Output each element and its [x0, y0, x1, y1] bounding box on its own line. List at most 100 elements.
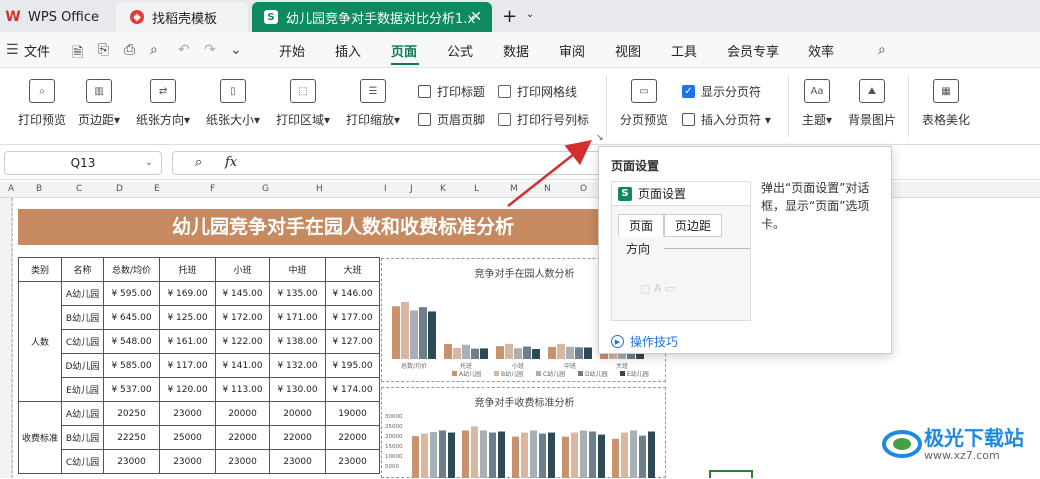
- group-cell[interactable]: 人数: [17, 281, 63, 402]
- page-setup-launcher-icon[interactable]: ↘: [596, 133, 604, 143]
- table-cell[interactable]: B幼儿园: [61, 425, 105, 450]
- table-cell[interactable]: 23000: [159, 449, 217, 474]
- column-letter[interactable]: E: [154, 184, 160, 194]
- header-cell[interactable]: 总数/均价: [103, 257, 161, 282]
- table-cell[interactable]: B幼儿园: [61, 305, 105, 330]
- column-letter[interactable]: N: [544, 184, 551, 194]
- menu-page[interactable]: 页面: [391, 41, 417, 60]
- table-cell[interactable]: ¥ 195.00: [325, 353, 381, 378]
- table-cell[interactable]: ¥ 169.00: [159, 281, 217, 306]
- background-image-button[interactable]: ⛰ 背景图片: [848, 79, 896, 128]
- column-letter[interactable]: B: [36, 184, 42, 194]
- print-preview-button[interactable]: ⌕ 打印预览: [18, 79, 66, 128]
- table-cell[interactable]: 22000: [325, 425, 381, 450]
- table-cell[interactable]: ¥ 145.00: [215, 281, 271, 306]
- table-cell[interactable]: ¥ 138.00: [269, 329, 327, 354]
- table-cell[interactable]: 22250: [103, 425, 161, 450]
- insert-page-break-button[interactable]: 插入分页符 ▾: [682, 111, 771, 128]
- undo-icon[interactable]: ↶: [178, 42, 190, 58]
- table-cell[interactable]: ¥ 130.00: [269, 377, 327, 402]
- menu-formula[interactable]: 公式: [447, 41, 473, 60]
- sheet-banner-title[interactable]: 幼儿园竞争对手在园人数和收费标准分析: [18, 209, 668, 245]
- table-cell[interactable]: ¥ 127.00: [325, 329, 381, 354]
- redo-icon[interactable]: ↷: [204, 42, 216, 58]
- theme-button[interactable]: Aa 主题▾: [802, 79, 832, 128]
- tab-wps-office[interactable]: W WPS Office: [5, 2, 114, 32]
- tips-link[interactable]: ▶ 操作技巧: [611, 333, 678, 350]
- table-cell[interactable]: ¥ 177.00: [325, 305, 381, 330]
- column-letter[interactable]: J: [410, 184, 413, 194]
- print-area-button[interactable]: ⬚ 打印区域▾: [276, 79, 330, 128]
- table-cell[interactable]: ¥ 132.00: [269, 353, 327, 378]
- column-letter[interactable]: K: [440, 184, 446, 194]
- table-cell[interactable]: ¥ 172.00: [215, 305, 271, 330]
- selected-cell-q13[interactable]: [709, 470, 753, 478]
- menu-efficiency[interactable]: 效率: [808, 41, 834, 60]
- formula-input[interactable]: ⌕ fx: [172, 151, 612, 175]
- close-icon[interactable]: ✕: [470, 9, 482, 25]
- table-cell[interactable]: 19000: [325, 401, 381, 426]
- print-scale-button[interactable]: ☰ 打印缩放▾: [346, 79, 400, 128]
- table-cell[interactable]: D幼儿园: [61, 353, 105, 378]
- print-titles-button[interactable]: 打印标题: [418, 83, 485, 100]
- checkbox-unchecked[interactable]: [498, 85, 511, 98]
- menu-tools[interactable]: 工具: [671, 41, 697, 60]
- page-break-preview-button[interactable]: ▭ 分页预览: [620, 79, 668, 128]
- column-letter[interactable]: C: [76, 184, 82, 194]
- table-cell[interactable]: ¥ 161.00: [159, 329, 217, 354]
- menu-file[interactable]: 文件: [24, 41, 50, 60]
- header-cell[interactable]: 托班: [159, 257, 217, 282]
- new-tab-icon[interactable]: +: [502, 6, 517, 27]
- menu-data[interactable]: 数据: [503, 41, 529, 60]
- column-letter[interactable]: M: [510, 184, 518, 194]
- zoom-icon[interactable]: ⌕: [195, 155, 202, 170]
- column-letter[interactable]: H: [316, 184, 323, 194]
- table-cell[interactable]: ¥ 548.00: [103, 329, 161, 354]
- orientation-button[interactable]: ⇄ 纸张方向▾: [136, 79, 190, 128]
- menu-view[interactable]: 视图: [615, 41, 641, 60]
- header-cell[interactable]: 名称: [61, 257, 105, 282]
- table-cell[interactable]: 20000: [215, 401, 271, 426]
- table-beautify-button[interactable]: ▦ 表格美化: [922, 79, 970, 128]
- table-cell[interactable]: ¥ 537.00: [103, 377, 161, 402]
- tab-templates[interactable]: ◆ 找稻壳模板: [116, 2, 248, 32]
- table-cell[interactable]: ¥ 171.00: [269, 305, 327, 330]
- table-cell[interactable]: 23000: [325, 449, 381, 474]
- hamburger-icon[interactable]: ☰: [6, 42, 19, 58]
- column-letter[interactable]: O: [580, 184, 587, 194]
- table-cell[interactable]: 25000: [159, 425, 217, 450]
- table-cell[interactable]: ¥ 125.00: [159, 305, 217, 330]
- group-cell[interactable]: 收费标准: [17, 401, 63, 474]
- column-letter[interactable]: D: [116, 184, 123, 194]
- header-cell[interactable]: 中班: [269, 257, 327, 282]
- checkbox-unchecked[interactable]: [498, 113, 511, 126]
- table-cell[interactable]: ¥ 117.00: [159, 353, 217, 378]
- table-cell[interactable]: ¥ 120.00: [159, 377, 217, 402]
- table-cell[interactable]: C幼儿园: [61, 329, 105, 354]
- column-letter[interactable]: G: [262, 184, 269, 194]
- menu-review[interactable]: 审阅: [559, 41, 585, 60]
- print-icon[interactable]: ⎙: [124, 42, 135, 58]
- table-cell[interactable]: ¥ 595.00: [103, 281, 161, 306]
- header-cell[interactable]: 类别: [17, 257, 63, 282]
- table-cell[interactable]: ¥ 122.00: [215, 329, 271, 354]
- table-cell[interactable]: 23000: [103, 449, 161, 474]
- column-letter[interactable]: F: [210, 184, 215, 194]
- column-letter[interactable]: I: [384, 184, 387, 194]
- column-letter[interactable]: L: [474, 184, 479, 194]
- table-cell[interactable]: A幼儿园: [61, 401, 105, 426]
- print-gridlines-checkbox[interactable]: 打印网格线: [498, 83, 577, 100]
- checkbox-checked[interactable]: ✓: [682, 85, 695, 98]
- table-cell[interactable]: 23000: [269, 449, 327, 474]
- column-letter[interactable]: A: [8, 184, 14, 194]
- export-icon[interactable]: ⎘: [98, 42, 109, 58]
- chevron-down-icon[interactable]: ⌄: [230, 42, 242, 58]
- table-cell[interactable]: ¥ 645.00: [103, 305, 161, 330]
- table-cell[interactable]: ¥ 174.00: [325, 377, 381, 402]
- paper-size-button[interactable]: ▯ 纸张大小▾: [206, 79, 260, 128]
- table-cell[interactable]: E幼儿园: [61, 377, 105, 402]
- fx-icon[interactable]: fx: [225, 155, 237, 170]
- table-cell[interactable]: 23000: [215, 449, 271, 474]
- menu-insert[interactable]: 插入: [335, 41, 361, 60]
- chart-fees[interactable]: 竞争对手收费标准分析 30000 25000 20000 15000 10000 5000: [381, 387, 666, 478]
